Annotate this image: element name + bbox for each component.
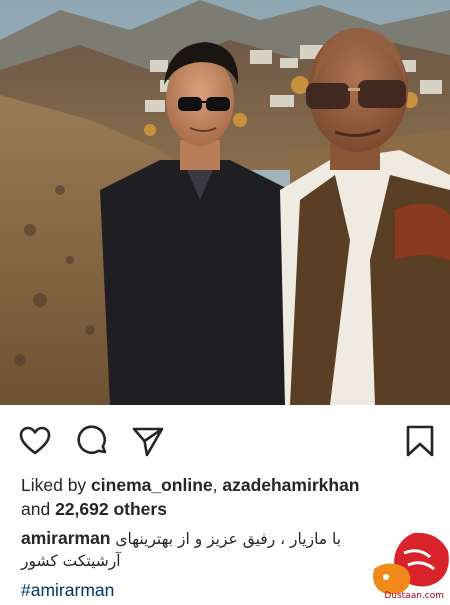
likes-and: and [21,499,56,519]
likes-summary: Liked by cinema_online, azadehamirkhan a… [21,473,441,521]
liker-username-2[interactable]: azadehamirkhan [222,475,359,495]
bookmark-icon[interactable] [403,424,437,458]
caption-username[interactable]: amirarman [21,528,111,548]
post-action-bar [0,405,450,471]
comment-bubble-icon[interactable] [76,424,110,458]
watermark-site: Dustaan.com [384,591,444,601]
watermark-logo: Dustaan.com [364,529,450,605]
caption-hashtag[interactable]: #amirarman [21,580,114,601]
post-photo[interactable] [0,0,450,405]
caption-text-line1: با مازیار ، رفیق عزیز و از بهترینهای [115,530,342,548]
liker-username-1[interactable]: cinema_online [91,475,213,495]
selfie-photo [0,0,450,405]
likes-separator: , [212,475,223,495]
likes-prefix: Liked by [21,475,92,495]
likes-count[interactable]: 22,692 others [55,499,167,519]
heart-icon[interactable] [18,424,52,458]
paper-plane-icon[interactable] [131,424,165,458]
